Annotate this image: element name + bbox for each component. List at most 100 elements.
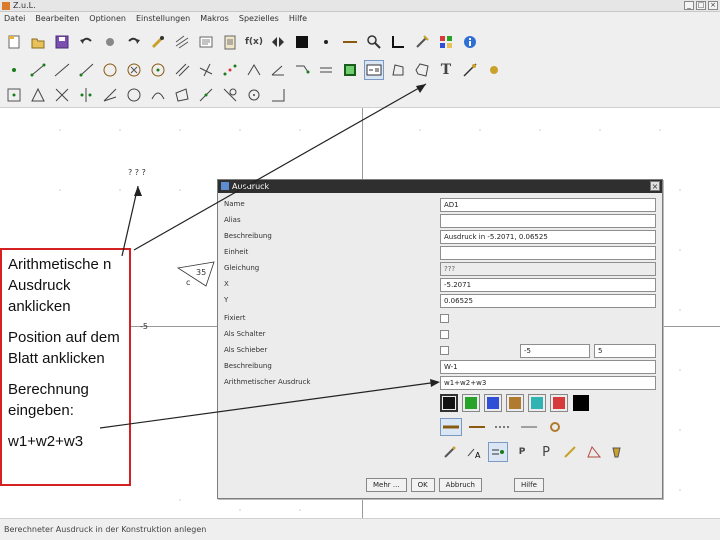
ray-icon[interactable] [76,60,96,80]
move-icon[interactable] [292,60,312,80]
circle-tool-icon[interactable] [124,85,144,105]
menu-file[interactable]: Datei [4,12,25,26]
tools-icon[interactable] [412,32,432,52]
expression-icon[interactable] [364,60,384,80]
description-field[interactable]: Ausdruck in -5.2071, 0.06525 [440,230,656,244]
hide-icon[interactable] [100,32,120,52]
point-icon[interactable] [316,32,336,52]
arrow-icon[interactable] [268,32,288,52]
circle-icon[interactable] [100,60,120,80]
help-button[interactable]: Hilfe [513,478,544,492]
reflect-icon[interactable] [76,85,96,105]
menu-macros[interactable]: Makros [200,12,229,26]
slider-max-field[interactable]: 5 [594,344,656,358]
menu-special[interactable]: Spezielles [239,12,279,26]
toggle-icon[interactable] [488,442,508,462]
zoom-icon[interactable] [364,32,384,52]
line-style-icon[interactable] [340,32,360,52]
dialog-close-button[interactable]: × [650,181,660,191]
polygon-icon[interactable] [388,60,408,80]
compass-icon[interactable] [244,85,264,105]
midpoint-icon[interactable] [220,60,240,80]
triangle-icon[interactable] [28,85,48,105]
ok-button[interactable]: OK [410,478,435,492]
expression-field[interactable]: w1+w2+w3 [440,376,656,390]
angle-tool-icon[interactable] [584,442,604,462]
color-swatch-green[interactable] [462,394,480,412]
palette-icon[interactable] [436,32,456,52]
minimize-button[interactable]: _ [684,1,694,10]
perpendicular-icon[interactable] [196,60,216,80]
bucket-icon[interactable] [608,442,628,462]
quadrilateral-icon[interactable] [172,85,192,105]
line-thin-icon[interactable] [518,418,540,436]
line-dotted-icon[interactable] [492,418,514,436]
more-button[interactable]: Mehr ... [366,478,407,492]
bisector-icon[interactable] [100,85,120,105]
pen-icon[interactable] [440,442,460,462]
maximize-button[interactable]: □ [696,1,706,10]
label-a-icon[interactable]: A [464,442,484,462]
close-button[interactable]: × [708,1,718,10]
redo-icon[interactable] [124,32,144,52]
grid-icon[interactable] [172,32,192,52]
info-icon[interactable] [460,32,480,52]
point-p-large-icon[interactable]: P [536,442,556,462]
locus-icon[interactable] [196,85,216,105]
color-swatch-solid[interactable] [572,394,590,412]
color-swatch-black[interactable] [440,394,458,412]
color-swatch-cyan[interactable] [528,394,546,412]
intersection-icon[interactable] [4,85,24,105]
line-icon[interactable] [52,60,72,80]
color-swatch-brown[interactable] [506,394,524,412]
menu-settings[interactable]: Einstellungen [136,12,190,26]
cancel-button[interactable]: Abbruch [438,478,482,492]
area-icon[interactable] [412,60,432,80]
undo-icon[interactable] [76,32,96,52]
color-swatch-blue[interactable] [484,394,502,412]
unit-field[interactable] [440,246,656,260]
segment-icon[interactable] [28,60,48,80]
alias-field[interactable] [440,214,656,228]
square-icon[interactable] [292,32,312,52]
clipboard-icon[interactable] [220,32,240,52]
film-icon[interactable] [340,60,360,80]
switch-checkbox[interactable] [440,330,449,339]
save-icon[interactable] [52,32,72,52]
text-icon[interactable]: T [436,60,456,80]
brush-icon[interactable] [560,442,580,462]
formula-icon[interactable]: f(x) [244,32,264,52]
menu-options[interactable]: Optionen [89,12,126,26]
ring-icon[interactable] [544,418,566,436]
point-p-small-icon[interactable]: P [512,442,532,462]
explanation-field[interactable]: W-1 [440,360,656,374]
transform-icon[interactable] [316,60,336,80]
tangent-icon[interactable] [220,85,240,105]
slider-checkbox[interactable] [440,346,449,355]
line-thick-icon[interactable] [440,418,462,436]
comment-icon[interactable] [196,32,216,52]
arc-icon[interactable] [148,85,168,105]
parallel-icon[interactable] [172,60,192,80]
y-field[interactable]: 0.06525 [440,294,656,308]
fixed-checkbox[interactable] [440,314,449,323]
color-swatch-red[interactable] [550,394,568,412]
open-file-icon[interactable] [28,32,48,52]
new-file-icon[interactable] [4,32,24,52]
axis-icon[interactable] [388,32,408,52]
menu-edit[interactable]: Bearbeiten [35,12,79,26]
circle3-icon[interactable] [148,60,168,80]
name-field[interactable]: AD1 [440,198,656,212]
slider-min-field[interactable]: -5 [520,344,590,358]
mirror-icon[interactable] [52,85,72,105]
angle-fixed-icon[interactable] [268,60,288,80]
tracker-icon[interactable] [460,60,480,80]
color-icon[interactable] [148,32,168,52]
angle-icon[interactable] [244,60,264,80]
line-medium-icon[interactable] [466,418,488,436]
x-field[interactable]: -5.2071 [440,278,656,292]
circle-fixed-icon[interactable] [124,60,144,80]
animate-icon[interactable] [484,60,504,80]
angle-measure-icon[interactable] [268,85,288,105]
point-tool-icon[interactable] [4,60,24,80]
